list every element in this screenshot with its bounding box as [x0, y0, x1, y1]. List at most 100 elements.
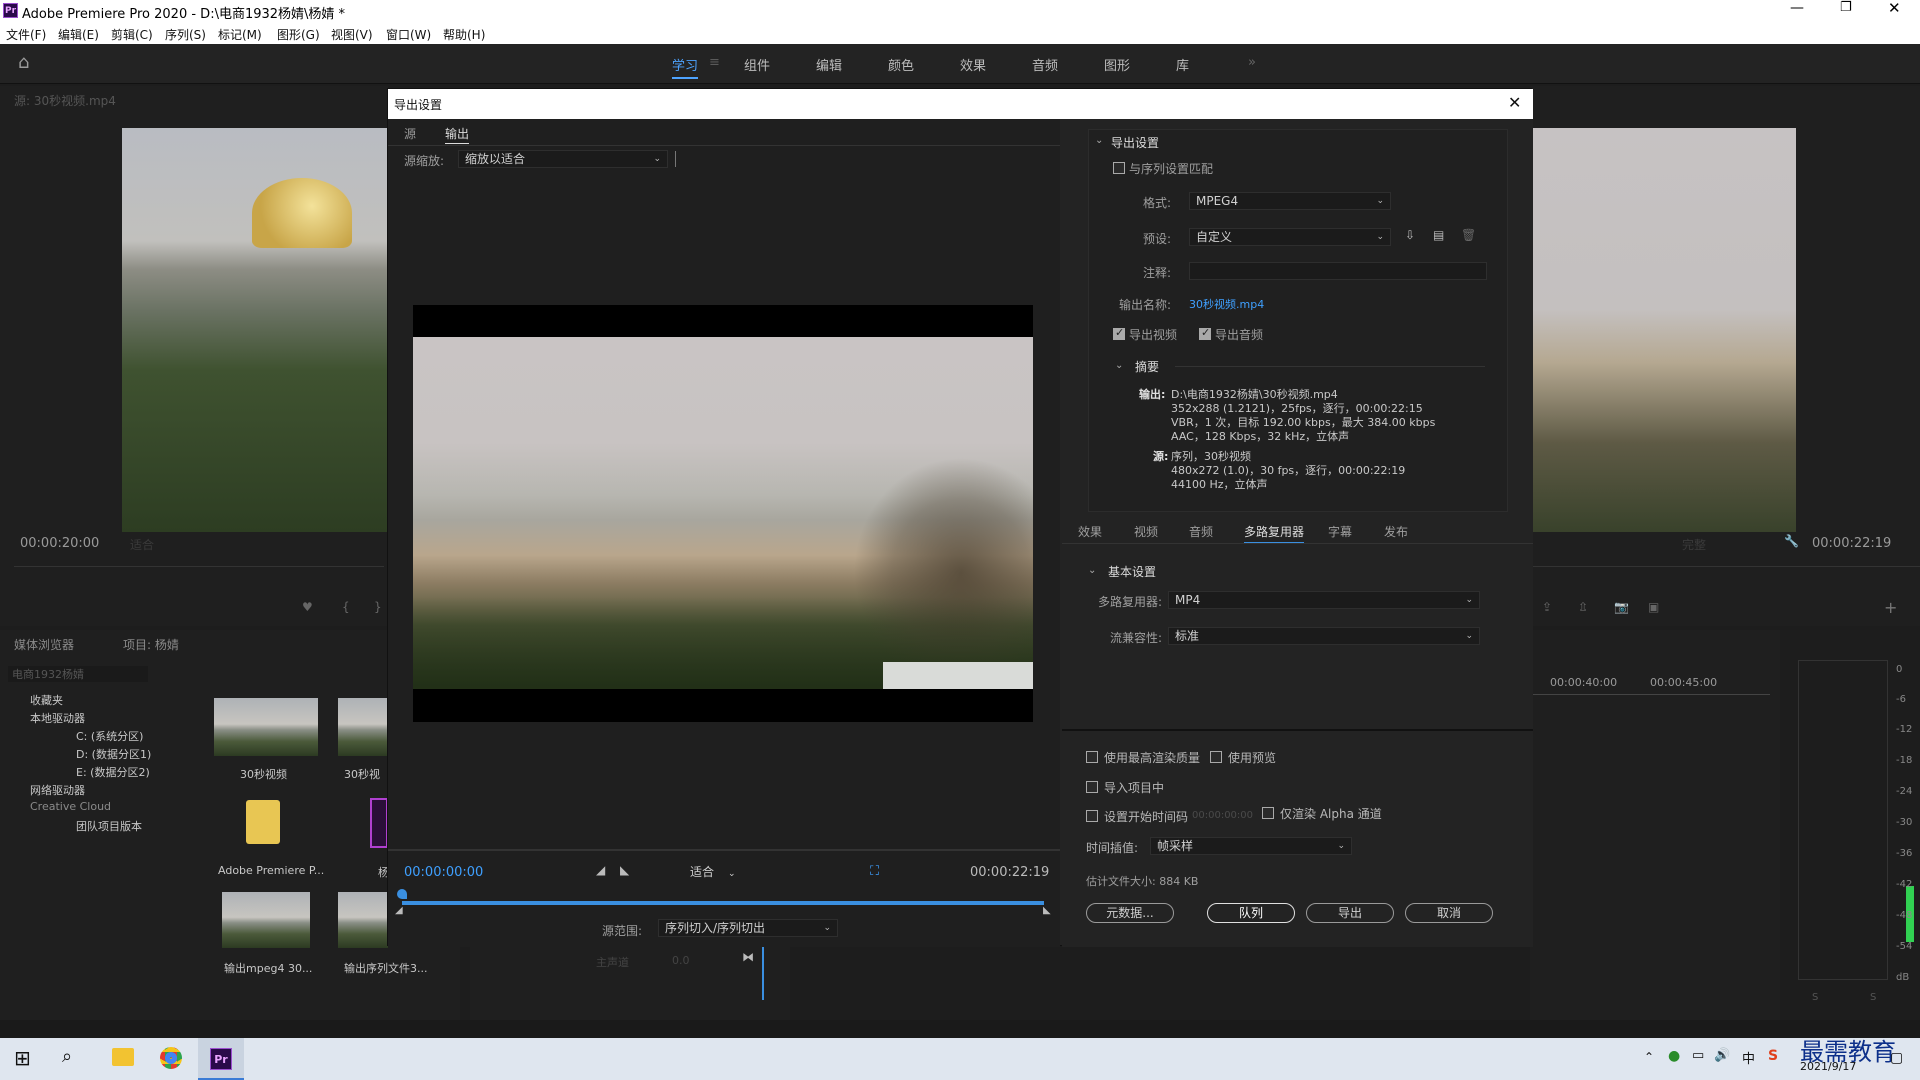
notification-icon[interactable]: ▢	[1890, 1050, 1903, 1066]
tray-app-icon[interactable]: ●	[1668, 1048, 1680, 1064]
time-interp-select[interactable]: 帧采样 ⌄	[1150, 837, 1352, 855]
tree-favorites[interactable]: 收藏夹	[30, 692, 63, 708]
ws-assembly[interactable]: 组件	[744, 55, 770, 74]
in-point-icon[interactable]: {	[342, 600, 350, 614]
fit-select[interactable]: 适合 ⌄	[690, 863, 756, 881]
tab-video[interactable]: 视频	[1134, 523, 1158, 540]
menu-graphics[interactable]: 图形(G)	[277, 26, 320, 43]
folder-icon[interactable]	[246, 800, 280, 844]
premiere-taskbar-button[interactable]: Pr	[198, 1038, 244, 1080]
home-icon[interactable]: ⌂	[18, 52, 29, 73]
ws-effects[interactable]: 效果	[960, 55, 986, 74]
timeline-end-icon[interactable]: ⧓	[742, 950, 754, 964]
summary-collapse-icon[interactable]: ⌄	[1115, 360, 1123, 371]
thumb-output-sequence[interactable]	[338, 892, 388, 948]
stream-compat-select[interactable]: 标准 ⌄	[1168, 627, 1480, 645]
tab-publish[interactable]: 发布	[1384, 523, 1408, 540]
start-timecode[interactable]: 00:00:00:00	[404, 865, 483, 880]
menu-marker[interactable]: 标记(M)	[218, 26, 262, 43]
chrome-icon[interactable]	[160, 1047, 182, 1069]
range-bar[interactable]	[402, 901, 1044, 905]
import-project-checkbox[interactable]	[1086, 781, 1098, 793]
menu-help[interactable]: 帮助(H)	[443, 26, 485, 43]
menu-view[interactable]: 视图(V)	[331, 26, 373, 43]
ws-libraries[interactable]: 库	[1176, 55, 1189, 74]
restore-button[interactable]: ❐	[1840, 0, 1852, 15]
export-button[interactable]: 导出	[1306, 903, 1394, 923]
source-range-select[interactable]: 序列切入/序列切出 ⌄	[658, 919, 838, 937]
source-fit-select[interactable]: 适合	[130, 536, 154, 553]
meter-solo-left[interactable]: S	[1812, 992, 1818, 1003]
menu-edit[interactable]: 编辑(E)	[58, 26, 99, 43]
tree-local-drives[interactable]: 本地驱动器	[30, 710, 85, 726]
ime-indicator[interactable]: 中	[1742, 1048, 1755, 1067]
set-out-icon[interactable]: ◣	[620, 863, 629, 877]
tab-output[interactable]: 输出	[445, 125, 470, 144]
ws-color[interactable]: 颜色	[888, 55, 914, 74]
timeline-playhead[interactable]	[762, 940, 764, 1000]
premiere-project-icon[interactable]	[370, 798, 388, 848]
extract-icon[interactable]: ⇫	[1578, 600, 1588, 614]
marker-icon[interactable]: ♥	[302, 600, 313, 614]
sogou-icon[interactable]: S	[1768, 1048, 1778, 1064]
multiplexer-select[interactable]: MP4 ⌄	[1168, 591, 1480, 609]
wrench-icon[interactable]: 🔧	[1784, 534, 1799, 548]
compare-icon[interactable]: ▣	[1648, 600, 1659, 614]
tree-drive-e[interactable]: E: (数据分区2)	[76, 764, 150, 780]
ws-graphics[interactable]: 图形	[1104, 55, 1130, 74]
comment-input[interactable]	[1189, 262, 1487, 280]
add-button-icon[interactable]: +	[1884, 598, 1897, 617]
format-select[interactable]: MPEG4 ⌄	[1189, 192, 1391, 210]
tree-team-projects[interactable]: 团队项目版本	[76, 818, 142, 834]
start-timecode-checkbox[interactable]	[1086, 810, 1098, 822]
tray-chevron-icon[interactable]: ⌃	[1644, 1050, 1654, 1064]
out-marker-icon[interactable]: ◣	[1043, 905, 1051, 916]
tab-project[interactable]: 项目: 杨婧	[123, 636, 179, 653]
network-icon[interactable]: ▭	[1692, 1048, 1704, 1063]
volume-icon[interactable]: 🔊	[1714, 1048, 1730, 1063]
thumb-output-mpeg4[interactable]	[222, 892, 310, 948]
start-timecode-value[interactable]: 00:00:00:00	[1192, 810, 1253, 821]
use-previews-checkbox[interactable]	[1210, 751, 1222, 763]
aspect-correction-icon[interactable]: ⛶	[870, 864, 879, 879]
save-preset-icon[interactable]: ⇩	[1405, 228, 1415, 242]
delete-preset-icon[interactable]: 🗑	[1461, 228, 1476, 242]
camera-icon[interactable]: 📷	[1614, 600, 1629, 614]
minimize-button[interactable]: —	[1790, 0, 1804, 16]
thumb-30s-video-2[interactable]	[338, 698, 388, 756]
thumb-30s-video[interactable]	[214, 698, 318, 756]
menu-clip[interactable]: 剪辑(C)	[111, 26, 153, 43]
file-explorer-icon[interactable]	[112, 1048, 134, 1066]
dialog-close-button[interactable]: ✕	[1508, 93, 1521, 112]
menu-file[interactable]: 文件(F)	[6, 26, 46, 43]
tree-drive-c[interactable]: C: (系统分区)	[76, 728, 143, 744]
windows-start-icon[interactable]: ⊞	[14, 1046, 31, 1070]
close-window-button[interactable]: ✕	[1888, 0, 1901, 17]
lift-icon[interactable]: ⇪	[1542, 600, 1552, 614]
ws-more-icon[interactable]: »	[1248, 55, 1256, 70]
tab-source[interactable]: 源	[404, 125, 416, 142]
max-quality-checkbox[interactable]	[1086, 751, 1098, 763]
cancel-button[interactable]: 取消	[1405, 903, 1493, 923]
tab-multiplexer[interactable]: 多路复用器	[1244, 523, 1305, 544]
tab-captions[interactable]: 字幕	[1328, 523, 1352, 540]
basic-collapse-icon[interactable]: ⌄	[1088, 565, 1096, 576]
output-name-link[interactable]: 30秒视频.mp4	[1189, 296, 1264, 312]
in-marker-icon[interactable]: ◢	[395, 905, 403, 916]
tree-network-drives[interactable]: 网络驱动器	[30, 782, 85, 798]
tab-effects[interactable]: 效果	[1078, 523, 1102, 540]
tab-audio[interactable]: 音频	[1189, 523, 1213, 540]
tree-creative-cloud[interactable]: Creative Cloud	[30, 800, 111, 813]
menu-window[interactable]: 窗口(W)	[386, 26, 431, 43]
ws-audio[interactable]: 音频	[1032, 55, 1058, 74]
alpha-only-checkbox[interactable]	[1262, 807, 1274, 819]
program-quality-select[interactable]: 完整	[1682, 536, 1706, 553]
search-icon[interactable]: ⌕	[62, 1046, 72, 1067]
match-sequence-checkbox[interactable]	[1113, 162, 1125, 174]
metadata-button[interactable]: 元数据...	[1086, 903, 1174, 923]
collapse-icon[interactable]: ⌄	[1095, 135, 1103, 146]
import-preset-icon[interactable]: ▤	[1433, 228, 1444, 242]
playhead-handle[interactable]	[397, 889, 407, 899]
path-select[interactable]: 电商1932杨婧	[8, 666, 148, 682]
tab-media-browser[interactable]: 媒体浏览器	[14, 636, 74, 653]
